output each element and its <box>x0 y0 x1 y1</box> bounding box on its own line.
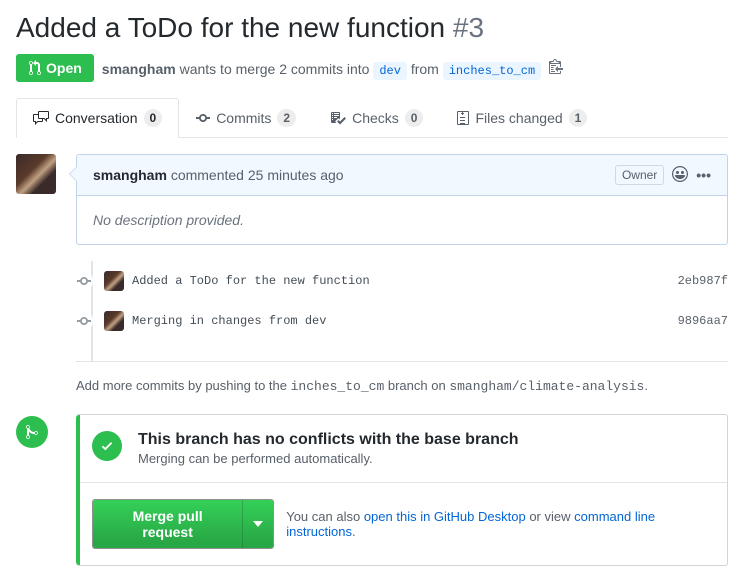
timeline-commit-item: Merging in changes from dev 9896aa7 <box>76 301 728 341</box>
commit-timeline: Added a ToDo for the new function 2eb987f… <box>92 261 728 361</box>
pr-author-link[interactable]: smangham <box>102 61 176 77</box>
head-ref[interactable]: inches_to_cm <box>443 62 541 80</box>
avatar[interactable] <box>104 271 124 291</box>
base-ref[interactable]: dev <box>373 62 407 80</box>
tab-conversation[interactable]: Conversation 0 <box>16 98 179 138</box>
commit-node-icon <box>75 271 93 291</box>
comment-header: smangham commented 25 minutes ago Owner … <box>77 155 727 196</box>
state-open-label: Open <box>46 60 82 76</box>
comment: smangham commented 25 minutes ago Owner … <box>76 154 728 245</box>
kebab-menu-icon[interactable]: ••• <box>696 167 711 183</box>
git-merge-status-icon <box>16 416 48 448</box>
merge-panel: This branch has no conflicts with the ba… <box>16 414 728 566</box>
pr-title-text: Added a ToDo for the new function <box>16 12 445 43</box>
state-open-badge: Open <box>16 54 94 82</box>
files-changed-count: 1 <box>569 109 588 127</box>
push-more-commits-hint: Add more commits by pushing to the inche… <box>76 378 728 394</box>
comment-author-link[interactable]: smangham <box>93 167 167 183</box>
merge-hint-text: You can also open this in GitHub Desktop… <box>286 509 711 539</box>
timeline-commit-item: Added a ToDo for the new function 2eb987f <box>76 261 728 301</box>
comment-timestamp-link[interactable]: 25 minutes ago <box>248 167 344 183</box>
merge-options-dropdown[interactable] <box>242 500 273 548</box>
commit-sha-link[interactable]: 9896aa7 <box>678 314 728 328</box>
owner-badge: Owner <box>615 165 664 185</box>
merge-box: This branch has no conflicts with the ba… <box>76 414 728 566</box>
merge-pull-request-button[interactable]: Merge pull request <box>93 500 242 548</box>
tab-commits[interactable]: Commits 2 <box>179 98 313 137</box>
commit-node-icon <box>75 311 93 331</box>
merge-button-group: Merge pull request <box>92 499 274 549</box>
checks-count: 0 <box>405 109 424 127</box>
pr-title: Added a ToDo for the new function #3 <box>16 10 728 46</box>
tab-files-changed[interactable]: Files changed 1 <box>440 98 604 137</box>
pr-tabnav: Conversation 0 Commits 2 Checks 0 Files … <box>16 98 728 138</box>
git-pull-request-icon <box>28 60 42 76</box>
divider <box>76 361 728 362</box>
tab-checks[interactable]: Checks 0 <box>313 98 440 137</box>
conversation-count: 0 <box>144 109 163 127</box>
caret-down-icon <box>253 521 263 527</box>
commit-sha-link[interactable]: 2eb987f <box>678 274 728 288</box>
avatar[interactable] <box>16 154 56 194</box>
check-circle-icon <box>92 431 122 461</box>
pr-state-row: Open smangham wants to merge 2 commits i… <box>16 54 728 82</box>
merge-status-subtitle: Merging can be performed automatically. <box>138 451 519 466</box>
commit-message-link[interactable]: Merging in changes from dev <box>132 314 326 328</box>
merge-description: smangham wants to merge 2 commits into d… <box>102 58 563 78</box>
merge-status-title: This branch has no conflicts with the ba… <box>138 431 519 449</box>
commit-message-link[interactable]: Added a ToDo for the new function <box>132 274 370 288</box>
emoji-reaction-icon[interactable] <box>672 166 688 185</box>
pr-number: #3 <box>453 12 484 43</box>
comment-discussion-icon <box>33 110 49 126</box>
file-diff-icon <box>457 110 469 126</box>
comment-body: No description provided. <box>77 196 727 244</box>
commits-count: 2 <box>277 109 296 127</box>
checklist-icon <box>330 110 346 126</box>
git-commit-icon <box>196 110 210 126</box>
avatar[interactable] <box>104 311 124 331</box>
open-github-desktop-link[interactable]: open this in GitHub Desktop <box>364 509 526 524</box>
copy-branch-icon[interactable] <box>549 61 563 77</box>
